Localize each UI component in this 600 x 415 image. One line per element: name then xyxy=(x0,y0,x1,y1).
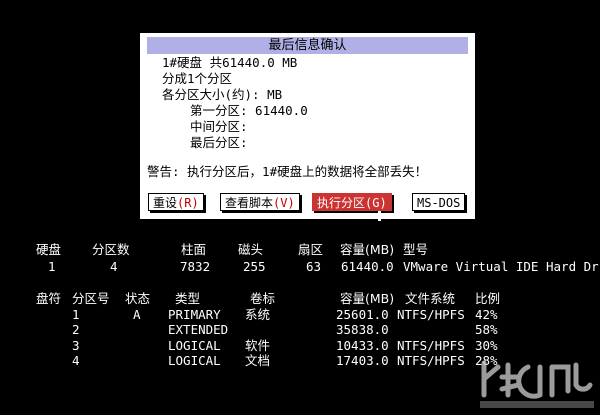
part-type: EXTENDED xyxy=(168,322,229,337)
watermark-logo xyxy=(480,360,594,408)
disk-row-model: VMware Virtual IDE Hard Dr xyxy=(403,259,599,274)
middle-partition: 中间分区: xyxy=(190,119,248,134)
part-ratio: 42% xyxy=(475,307,498,322)
part-status: A xyxy=(133,307,141,322)
disk-header-heads: 磁头 xyxy=(238,242,264,257)
disk-row-heads: 255 xyxy=(243,259,266,274)
partition-count-line: 分成1个分区 xyxy=(162,71,233,86)
part-header-capacity: 容量(MB) xyxy=(340,291,395,306)
part-header-label: 卷标 xyxy=(250,291,276,306)
msdos-button-label: MS-DOS xyxy=(417,196,461,210)
part-label: 文档 xyxy=(245,353,271,368)
warning-text: 警告: 执行分区后，1#硬盘上的数据将全部丢失！ xyxy=(147,164,428,179)
part-label: 软件 xyxy=(245,338,271,353)
last-partition: 最后分区: xyxy=(190,135,248,150)
first-partition: 第一分区: 61440.0 xyxy=(190,103,308,118)
reset-button[interactable]: 重设(R) xyxy=(148,193,204,211)
part-capacity: 35838.0 xyxy=(336,322,389,337)
disk-header-sectors: 扇区 xyxy=(298,242,324,257)
part-header-number: 分区号 xyxy=(72,291,110,306)
part-type: PRIMARY xyxy=(168,307,221,322)
part-ratio: 58% xyxy=(475,322,498,337)
reset-button-label: 重设 xyxy=(153,196,178,210)
size-header: 各分区大小(约): MB xyxy=(162,87,283,102)
disk-header-model: 型号 xyxy=(403,242,429,257)
part-number: 4 xyxy=(72,353,80,368)
disk-row-cylinders: 7832 xyxy=(180,259,211,274)
text-cursor xyxy=(378,211,381,221)
part-ratio: 30% xyxy=(475,338,498,353)
disk-row-disk: 1 xyxy=(48,259,56,274)
dialog-title: 最后信息确认 xyxy=(147,37,468,54)
part-header-type: 类型 xyxy=(175,291,201,306)
part-number: 2 xyxy=(72,322,80,337)
part-label: 系统 xyxy=(245,307,271,322)
part-filesystem: NTFS/HPFS xyxy=(397,338,465,353)
disk-row-sectors: 63 xyxy=(306,259,322,274)
part-filesystem: NTFS/HPFS xyxy=(397,307,465,322)
part-capacity: 10433.0 xyxy=(336,338,389,353)
view-script-button-label: 查看脚本 xyxy=(225,196,274,210)
part-capacity: 25601.0 xyxy=(336,307,389,322)
part-header-letter: 盘符 xyxy=(36,291,62,306)
confirm-dialog: 最后信息确认 1#硬盘 共61440.0 MB 分成1个分区 各分区大小(约):… xyxy=(140,33,475,219)
msdos-button[interactable]: MS-DOS xyxy=(412,193,466,211)
execute-partition-button[interactable]: 执行分区(G) xyxy=(312,193,392,211)
disk-row-partitions: 4 xyxy=(110,259,118,274)
part-header-filesystem: 文件系统 xyxy=(405,291,456,306)
part-number: 3 xyxy=(72,338,80,353)
part-header-ratio: 比例 xyxy=(475,291,501,306)
disk-header-capacity: 容量(MB) xyxy=(340,242,395,257)
view-script-button[interactable]: 查看脚本(V) xyxy=(220,193,300,211)
reset-button-hotkey: (R) xyxy=(177,196,199,210)
disk-header-disk: 硬盘 xyxy=(36,242,62,257)
disk-header-cylinders: 柱面 xyxy=(181,242,207,257)
part-filesystem: NTFS/HPFS xyxy=(397,353,465,368)
view-script-button-hotkey: (V) xyxy=(273,196,295,210)
disk-row-capacity: 61440.0 xyxy=(341,259,394,274)
execute-partition-button-label: 执行分区 xyxy=(317,196,366,210)
execute-partition-button-hotkey: (G) xyxy=(365,196,387,210)
part-capacity: 17403.0 xyxy=(336,353,389,368)
disk-line: 1#硬盘 共61440.0 MB xyxy=(162,55,298,70)
disk-header-partitions: 分区数 xyxy=(92,242,130,257)
part-type: LOGICAL xyxy=(168,338,221,353)
part-header-status: 状态 xyxy=(125,291,151,306)
part-type: LOGICAL xyxy=(168,353,221,368)
part-number: 1 xyxy=(72,307,80,322)
